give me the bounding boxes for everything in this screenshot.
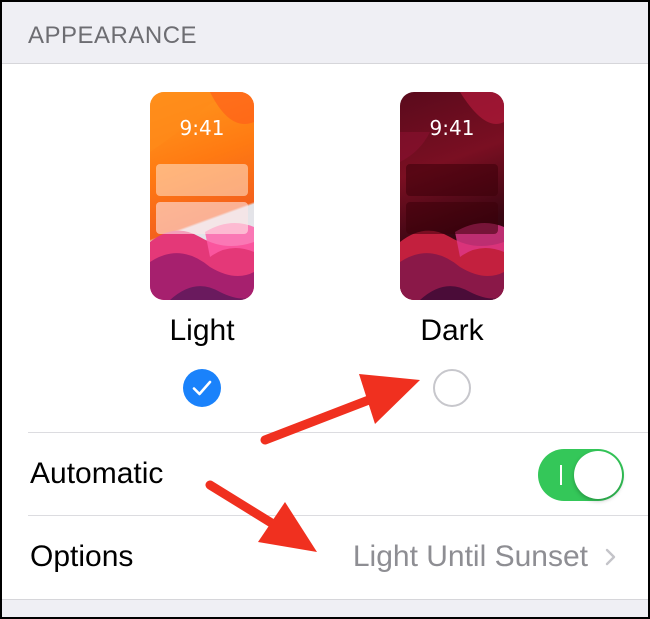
dark-preview-time: 9:41 xyxy=(429,116,475,140)
dark-preview-notification xyxy=(406,202,498,234)
light-preview-notification xyxy=(156,202,248,234)
light-radio-checked[interactable] xyxy=(183,369,221,407)
dark-preview-notification xyxy=(406,164,498,196)
options-label: Options xyxy=(30,540,134,573)
dark-radio-unchecked[interactable] xyxy=(433,369,471,407)
light-preview-image: 9:41 xyxy=(150,92,254,300)
dark-label: Dark xyxy=(420,314,484,347)
light-preview-notification xyxy=(156,164,248,196)
appearance-option-light[interactable]: 9:41 Light xyxy=(117,64,287,424)
appearance-option-dark[interactable]: 9:41 Dark xyxy=(367,64,537,424)
section-header-appearance: APPEARANCE xyxy=(28,22,198,49)
light-label: Light xyxy=(169,314,235,347)
automatic-toggle[interactable] xyxy=(538,449,624,501)
automatic-row: Automatic xyxy=(28,432,648,515)
settings-screen: APPEARANCE 9:41 Light 9:41 Dark Automati… xyxy=(2,2,648,617)
checkmark-icon xyxy=(192,380,212,396)
appearance-group: 9:41 Light 9:41 Dark Automatic Options L… xyxy=(2,63,648,600)
toggle-knob xyxy=(574,451,622,499)
toggle-on-mark xyxy=(560,465,562,485)
dark-preview-image: 9:41 xyxy=(400,92,504,300)
automatic-label: Automatic xyxy=(30,457,164,490)
options-row[interactable]: Options Light Until Sunset xyxy=(28,515,648,598)
options-value: Light Until Sunset xyxy=(352,540,588,573)
light-preview-time: 9:41 xyxy=(179,116,225,140)
chevron-right-icon xyxy=(605,548,616,566)
